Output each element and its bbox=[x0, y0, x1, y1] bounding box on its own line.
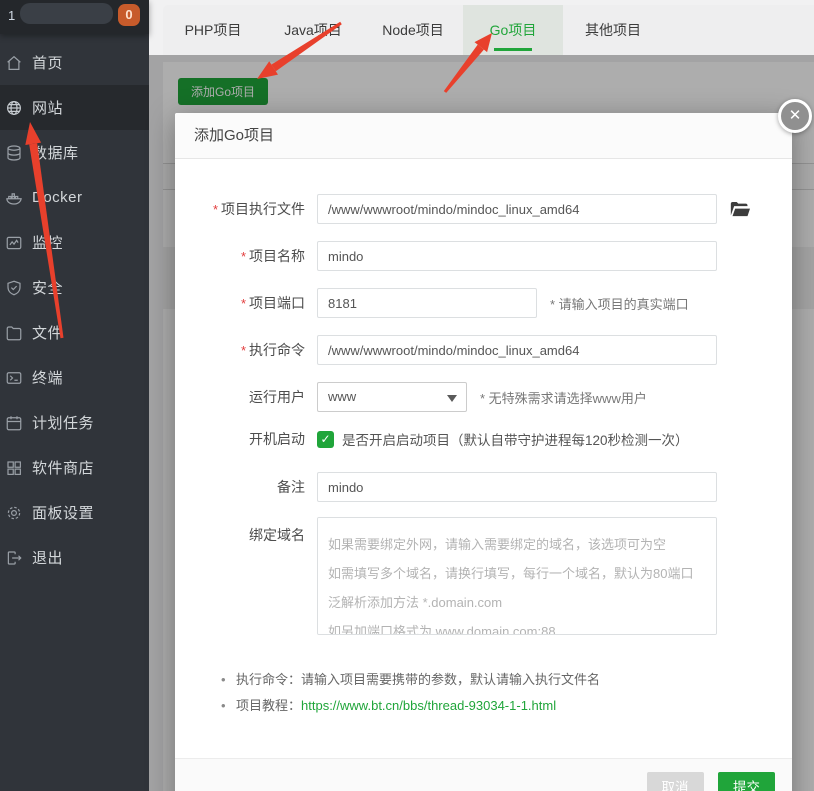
run-user-value: www bbox=[328, 389, 357, 404]
sidebar-item-appstore[interactable]: 软件商店 bbox=[0, 445, 149, 490]
port-label: 项目端口 bbox=[249, 295, 305, 311]
exec-file-label: 项目执行文件 bbox=[221, 201, 305, 217]
terminal-icon bbox=[6, 371, 22, 384]
form-row-port: *项目端口 * 请输入项目的真实端口 bbox=[195, 288, 792, 318]
database-icon bbox=[7, 144, 21, 161]
docker-icon bbox=[6, 192, 22, 205]
note-exec-command: 执行命令：请输入项目需要携带的参数，默认请输入执行文件名 bbox=[221, 667, 792, 693]
sidebar: 1 0 首页 网站 数据库 Docker 监控 安全 文件 终端 计划任务 软件… bbox=[0, 0, 149, 791]
remark-label: 备注 bbox=[277, 479, 305, 495]
sidebar-item-panel-settings[interactable]: 面板设置 bbox=[0, 490, 149, 535]
folder-icon bbox=[730, 201, 750, 216]
message-count-badge[interactable]: 0 bbox=[118, 4, 140, 26]
form-row-name: * 项目名称 bbox=[195, 241, 792, 271]
dialog-form: *项目执行文件 *项目名称 *项目端口 * 请输入项目的真实端口 *执行命令 bbox=[175, 159, 792, 719]
globe-icon bbox=[7, 100, 21, 115]
run-user-select[interactable]: www bbox=[317, 382, 467, 412]
form-row-remark: 备注 bbox=[195, 472, 792, 502]
cancel-button[interactable]: 取消 bbox=[646, 772, 704, 791]
sidebar-item-website[interactable]: 网站 bbox=[0, 85, 149, 130]
chevron-down-icon bbox=[447, 395, 457, 402]
command-label: 执行命令 bbox=[249, 342, 305, 358]
dialog-footer: 取消 提交 bbox=[175, 758, 792, 791]
server-name-redacted bbox=[20, 3, 113, 24]
folder-icon bbox=[6, 325, 22, 340]
port-hint: * 请输入项目的真实端口 bbox=[550, 296, 689, 312]
server-label: 1 bbox=[8, 8, 16, 23]
sidebar-item-docker[interactable]: Docker bbox=[0, 175, 149, 220]
autostart-checkbox[interactable]: ✓ bbox=[317, 430, 334, 448]
remark-input[interactable] bbox=[317, 472, 717, 502]
tab-php-project[interactable]: PHP项目 bbox=[163, 5, 263, 55]
dialog-notes: 执行命令：请输入项目需要携带的参数，默认请输入执行文件名 项目教程：https:… bbox=[221, 667, 792, 719]
sidebar-item-monitor[interactable]: 监控 bbox=[0, 220, 149, 265]
required-mark: * bbox=[240, 343, 246, 358]
project-name-input[interactable] bbox=[317, 241, 717, 271]
add-go-project-dialog: ✕ 添加Go项目 *项目执行文件 *项目名称 *项目端口 * 请输入项目的真实端… bbox=[175, 99, 812, 791]
gear-icon bbox=[7, 506, 21, 519]
store-icon bbox=[7, 460, 21, 475]
submit-button[interactable]: 提交 bbox=[718, 772, 775, 791]
note-tutorial-prefix: 项目教程： bbox=[236, 698, 302, 713]
form-row-run-user: 运行用户 www * 无特殊需求请选择www用户 bbox=[195, 382, 792, 412]
required-mark: * bbox=[240, 296, 246, 311]
bind-domain-textarea[interactable] bbox=[317, 517, 717, 635]
logout-icon bbox=[7, 550, 22, 565]
exec-file-input[interactable] bbox=[317, 194, 717, 224]
command-input[interactable] bbox=[317, 335, 717, 365]
required-mark: * bbox=[240, 249, 246, 264]
bind-domain-label: 绑定域名 bbox=[249, 527, 305, 543]
tab-node-project[interactable]: Node项目 bbox=[363, 5, 463, 55]
tab-other-project[interactable]: 其他项目 bbox=[563, 5, 663, 55]
autostart-text: 是否开启启动项目（默认自带守护进程每120秒检测一次） bbox=[342, 433, 689, 448]
autostart-label: 开机启动 bbox=[249, 431, 305, 447]
project-name-label: 项目名称 bbox=[249, 248, 305, 264]
monitor-icon bbox=[6, 236, 22, 249]
sidebar-item-database[interactable]: 数据库 bbox=[0, 130, 149, 175]
run-user-label: 运行用户 bbox=[249, 389, 305, 405]
tab-java-project[interactable]: Java项目 bbox=[263, 5, 363, 55]
required-mark: * bbox=[212, 202, 218, 217]
form-row-autostart: 开机启动 ✓ 是否开启启动项目（默认自带守护进程每120秒检测一次） bbox=[195, 429, 792, 449]
form-row-exec-file: * 项目执行文件 bbox=[195, 194, 792, 224]
sidebar-item-files[interactable]: 文件 bbox=[0, 310, 149, 355]
baota-panel-page: 1 0 首页 网站 数据库 Docker 监控 安全 文件 终端 计划任务 软件… bbox=[0, 0, 814, 791]
tutorial-link[interactable]: https://www.bt.cn/bbs/thread-93034-1-1.h… bbox=[301, 698, 556, 713]
home-icon bbox=[7, 55, 21, 70]
form-row-bind-domain: 绑定域名 bbox=[195, 517, 792, 635]
dialog-title: 添加Go项目 bbox=[175, 113, 792, 159]
tab-go-project[interactable]: Go项目 bbox=[463, 5, 563, 55]
browse-folder-button[interactable] bbox=[730, 201, 750, 218]
sidebar-item-cron[interactable]: 计划任务 bbox=[0, 400, 149, 445]
sidebar-item-terminal[interactable]: 终端 bbox=[0, 355, 149, 400]
form-row-command: * 执行命令 bbox=[195, 335, 792, 365]
sidebar-nav: 首页 网站 数据库 Docker 监控 安全 文件 终端 计划任务 软件商店 面… bbox=[0, 34, 149, 580]
port-input[interactable] bbox=[317, 288, 537, 318]
close-icon[interactable]: ✕ bbox=[778, 99, 812, 133]
sidebar-item-home[interactable]: 首页 bbox=[0, 40, 149, 85]
shield-icon bbox=[7, 280, 21, 295]
run-user-hint: * 无特殊需求请选择www用户 bbox=[480, 390, 647, 406]
project-type-tabs: PHP项目 Java项目 Node项目 Go项目 其他项目 bbox=[163, 5, 814, 55]
sidebar-item-security[interactable]: 安全 bbox=[0, 265, 149, 310]
note-tutorial: 项目教程：https://www.bt.cn/bbs/thread-93034-… bbox=[221, 693, 792, 719]
sidebar-item-logout[interactable]: 退出 bbox=[0, 535, 149, 580]
sidebar-server-header: 1 0 bbox=[0, 0, 149, 34]
calendar-icon bbox=[6, 415, 22, 430]
